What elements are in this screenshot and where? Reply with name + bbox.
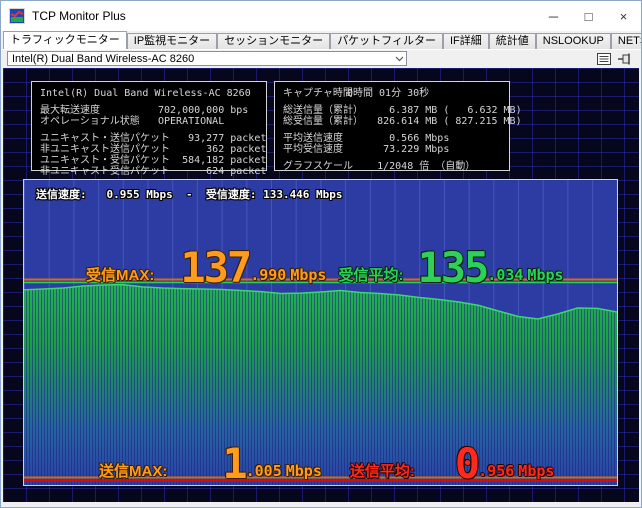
tab-ip-monitor[interactable]: IP監視モニター — [126, 33, 218, 49]
stat-row: 平均送信速度 0.566 Mbps — [283, 133, 450, 144]
chevron-down-icon — [392, 56, 406, 62]
minimize-button[interactable]: ─ — [536, 1, 571, 31]
adapter-name: Intel(R) Dual Band Wireless-AC 8260 — [40, 88, 251, 99]
recv-avg-label: 受信平均: — [338, 267, 404, 284]
recv-avg-unit: Mbps — [527, 266, 564, 284]
recv-max-value: 137 — [180, 243, 252, 292]
tab-session-monitor[interactable]: セッションモニター — [217, 33, 331, 49]
stat-row: キャプチャ時間 0時間 01分 30秒 — [283, 88, 430, 99]
stat-row: 平均受信速度 73.229 Mbps — [283, 144, 450, 155]
app-window: TCP Monitor Plus ─ □ × トラフィックモニター IP監視モニ… — [0, 0, 642, 508]
tab-statistics[interactable]: 統計値 — [488, 33, 536, 49]
send-stats-row: 送信MAX: 1 .005 Mbps 送信平均: 0 .956 Mbps — [24, 439, 617, 488]
capture-stats-panel: キャプチャ時間 0時間 01分 30秒 総送信量（累計） 6.387 MB ( 6… — [274, 81, 522, 172]
adapter-select[interactable]: Intel(R) Dual Band Wireless-AC 8260 — [7, 51, 407, 66]
tab-nslookup[interactable]: NSLOOKUP — [535, 33, 611, 49]
recv-max-frac: .990 — [250, 266, 287, 284]
stat-row: オペレーショナル状態 OPERATIONAL — [40, 116, 225, 127]
send-avg-label: 送信平均: — [349, 463, 415, 480]
window-controls: ─ □ × — [536, 1, 641, 31]
send-avg-unit: Mbps — [518, 462, 555, 480]
app-icon — [9, 8, 25, 24]
recv-stats-row: 受信MAX: 137 .990 Mbps 受信平均: 135 .034 Mbps — [24, 238, 617, 292]
stat-row: ユニキャスト・送信パケット 93,277 packet — [40, 133, 267, 144]
send-max-value: 1 — [222, 439, 247, 488]
title-bar: TCP Monitor Plus ─ □ × — [1, 1, 641, 31]
stat-row: 非ユニキャスト送信パケット 362 packet — [40, 144, 267, 155]
maximize-button[interactable]: □ — [571, 1, 606, 31]
recv-max-label: 受信MAX: — [86, 267, 155, 284]
window-title: TCP Monitor Plus — [32, 9, 126, 23]
send-avg-frac: .956 — [478, 462, 515, 480]
traffic-graph-panel: 送信速度: 0.955 Mbps - 受信速度: 133.446 Mbps 受信… — [23, 179, 618, 486]
adapter-select-value: Intel(R) Dual Band Wireless-AC 8260 — [12, 52, 195, 65]
current-speed-label: 送信速度: 0.955 Mbps - 受信速度: 133.446 Mbps — [36, 188, 343, 201]
stat-row: グラフスケール 1/2048 倍 （自動） — [283, 161, 476, 172]
stat-row: 総受信量（累計） 826.614 MB ( 827.215 MB) — [283, 116, 522, 127]
recv-max-unit: Mbps — [290, 266, 327, 284]
tab-packet-filter[interactable]: パケットフィルター — [330, 33, 443, 49]
stat-row: 最大転送速度 702,000,000 bps — [40, 105, 249, 116]
send-max-unit: Mbps — [285, 462, 322, 480]
recv-avg-value: 135 — [417, 243, 489, 292]
close-button[interactable]: × — [606, 1, 641, 31]
tab-if-detail[interactable]: IF詳細 — [442, 33, 489, 49]
tab-netstat[interactable]: NETSTAT — [610, 33, 641, 49]
stat-row: 非ユニキャスト受信パケット 624 packet — [40, 166, 267, 177]
send-max-frac: .005 — [245, 462, 282, 480]
client-area: Intel(R) Dual Band Wireless-AC 8260 最大転送… — [3, 68, 639, 502]
interface-info-panel: Intel(R) Dual Band Wireless-AC 8260 最大転送… — [31, 81, 267, 177]
recv-avg-frac: .034 — [487, 266, 524, 284]
pin-button[interactable] — [617, 51, 635, 66]
send-avg-value: 0 — [454, 439, 480, 488]
traffic-chart — [24, 180, 617, 485]
toolbar: Intel(R) Dual Band Wireless-AC 8260 — [1, 49, 641, 67]
send-max-label: 送信MAX: — [99, 463, 168, 480]
list-view-icon — [597, 52, 611, 65]
pin-icon — [618, 53, 630, 64]
tab-traffic-monitor[interactable]: トラフィックモニター — [3, 31, 127, 49]
stat-row: ユニキャスト・受信パケット 584,182 packet — [40, 155, 267, 166]
toolbar-buttons — [595, 51, 635, 66]
stat-row: 総送信量（累計） 6.387 MB ( 6.632 MB) — [283, 105, 522, 116]
list-view-button[interactable] — [595, 51, 613, 66]
tab-bar: トラフィックモニター IP監視モニター セッションモニター パケットフィルター … — [1, 31, 641, 49]
